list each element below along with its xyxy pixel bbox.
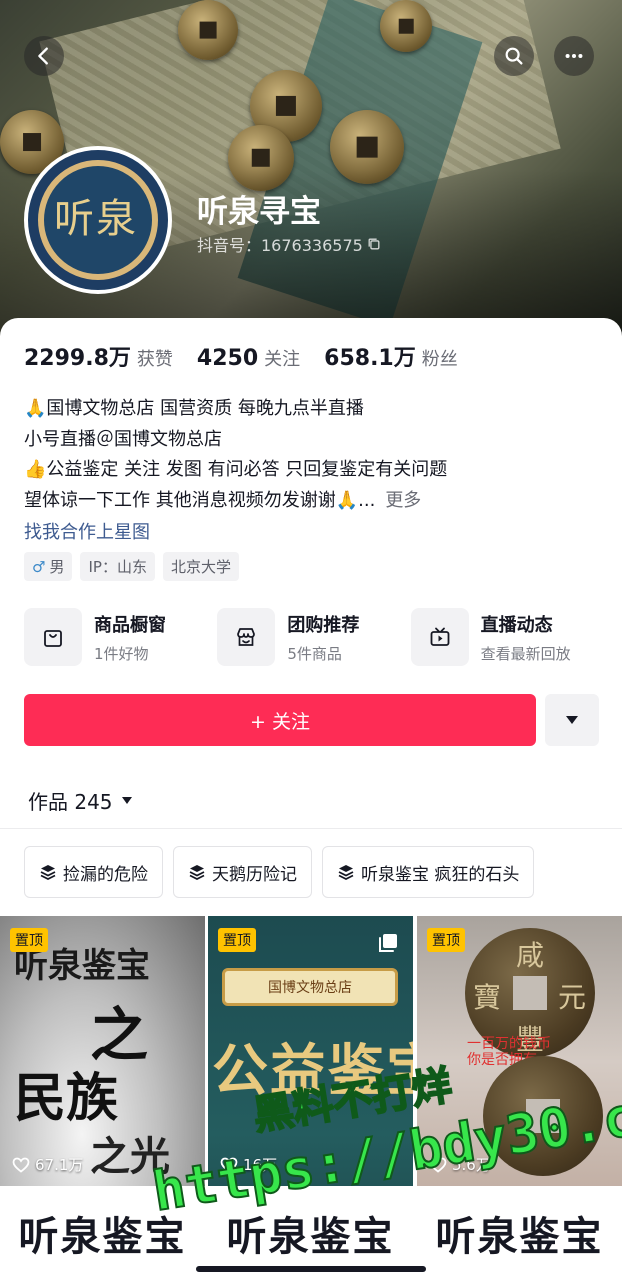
tab-works[interactable]: 作品 245 (28, 786, 133, 815)
group-buy-entry[interactable]: 团购推荐 5件商品 (217, 606, 410, 668)
banner-coin (178, 0, 238, 60)
entry-subtitle: 1件好物 (94, 644, 149, 663)
pinned-badge: 置顶 (427, 928, 465, 952)
nickname: 听泉寻宝 (197, 194, 321, 230)
collection-chip[interactable]: 听泉鉴宝 疯狂的石头 (322, 846, 535, 898)
pinned-badge: 置顶 (218, 928, 256, 952)
collection-label: 捡漏的危险 (63, 864, 148, 885)
coin-char: 咸 (516, 939, 545, 972)
follow-button[interactable]: + 关注 (24, 694, 536, 746)
entry-subtitle: 5件商品 (287, 644, 342, 663)
back-button[interactable] (24, 36, 64, 76)
cover-title: 民族 (14, 1068, 119, 1129)
avatar-logo-text: 听泉 (54, 196, 138, 242)
live-entry[interactable]: 直播动态 查看最新回放 (410, 606, 604, 668)
more-button[interactable] (554, 36, 594, 76)
likes-count[interactable]: 2299.8万 (24, 340, 131, 372)
entry-icon-box (217, 608, 276, 666)
gender-tag: ♂ 男 (24, 552, 73, 581)
heart-icon (12, 1157, 30, 1173)
star-map-link[interactable]: 找我合作上星图 (24, 518, 150, 544)
layers-icon (40, 865, 56, 881)
layers-icon (189, 865, 205, 881)
cover-footer: 听泉鉴宝 (417, 1186, 622, 1280)
bio-line-text: 望体谅一下工作 其他消息视频勿发谢谢🙏... (24, 489, 376, 511)
search-button[interactable] (494, 36, 534, 76)
entry-subtitle: 查看最新回放 (480, 644, 571, 663)
video-card[interactable]: 听泉鉴宝 之 民族 之光 置顶 67.1万 听泉鉴宝 (0, 916, 205, 1280)
coin-char: 元 (558, 981, 587, 1014)
video-likes: 67.1万 (12, 1154, 83, 1175)
collection-chip[interactable]: 天鹅历险记 (173, 846, 312, 898)
triangle-down-icon (566, 716, 578, 724)
video-likes-count: 67.1万 (35, 1156, 84, 1174)
bag-icon (44, 630, 62, 647)
likes-label: 获赞 (136, 349, 173, 370)
school-tag[interactable]: 北京大学 (162, 552, 239, 581)
bio-line: 👍公益鉴定 关注 发图 有问必答 只回复鉴定有关问题 (24, 459, 448, 480)
cover-footer-text: 听泉鉴宝 (435, 1213, 604, 1260)
stats-row: 2299.8万 获赞 4250 关注 658.1万 粉丝 (24, 340, 482, 372)
divider (0, 828, 622, 829)
search-icon (505, 47, 523, 65)
bio-line: 🙏国博文物总店 国营资质 每晚九点半直播 (24, 398, 364, 419)
followers-count[interactable]: 658.1万 (324, 340, 416, 372)
recommend-toggle-button[interactable] (545, 694, 599, 746)
tag-row: ♂ 男 IP：山东 北京大学 (24, 552, 239, 581)
home-indicator (196, 1266, 426, 1272)
entry-icon-box (24, 608, 82, 666)
collection-label: 天鹅历险记 (212, 864, 297, 885)
entry-icon-box (410, 608, 469, 666)
following-label: 关注 (264, 349, 301, 370)
layers-icon (338, 865, 354, 881)
entry-title: 直播动态 (480, 614, 553, 636)
douyin-id: 抖音号：1676336575 (197, 236, 363, 255)
group-buy-icon (237, 628, 256, 646)
collection-chip[interactable]: 捡漏的危险 (24, 846, 163, 898)
douyin-id-row[interactable]: 抖音号：1676336575 (197, 232, 381, 256)
cover-footer-text: 听泉鉴宝 (226, 1213, 395, 1260)
more-dots-icon (565, 53, 583, 59)
coin-char: 寶 (473, 981, 502, 1014)
coin-hole (513, 976, 547, 1010)
pinned-badge: 置顶 (10, 928, 48, 952)
following-count[interactable]: 4250 (197, 346, 258, 371)
collection-row: 捡漏的危险 天鹅历险记 听泉鉴宝 疯狂的石头 (24, 846, 535, 898)
banner-coin (380, 0, 432, 52)
chevron-left-icon (38, 47, 48, 65)
avatar[interactable]: 听泉 (24, 146, 172, 294)
entry-title: 商品橱窗 (94, 614, 166, 636)
followers-label: 粉丝 (421, 349, 458, 370)
gender-tag-label: 男 (49, 558, 65, 576)
live-tv-icon (430, 627, 450, 646)
bio-more-link[interactable]: 更多 (385, 490, 421, 511)
collection-label: 听泉鉴宝 疯狂的石头 (361, 864, 520, 885)
feature-entries: 商品橱窗 1件好物 团购推荐 5件商品 直播动态 查看最新回放 (24, 606, 604, 668)
works-tab-label: 作品 245 (28, 790, 113, 814)
cover-plate: 国博文物总店 (222, 968, 398, 1006)
bio: 🙏国博文物总店 国营资质 每晚九点半直播 小号直播＠国博文物总店 👍公益鉴定 关… (24, 394, 604, 516)
ip-tag: IP：山东 (80, 552, 155, 581)
bio-line: 望体谅一下工作 其他消息视频勿发谢谢🙏... 更多 (24, 486, 604, 517)
bio-line: 小号直播＠国博文物总店 (24, 428, 222, 450)
triangle-down-icon (121, 797, 132, 804)
copy-icon[interactable] (367, 237, 381, 251)
album-icon (379, 934, 397, 952)
male-icon: ♂ (32, 557, 46, 576)
entry-title: 团购推荐 (287, 614, 360, 636)
shop-window-entry[interactable]: 商品橱窗 1件好物 (24, 606, 217, 668)
